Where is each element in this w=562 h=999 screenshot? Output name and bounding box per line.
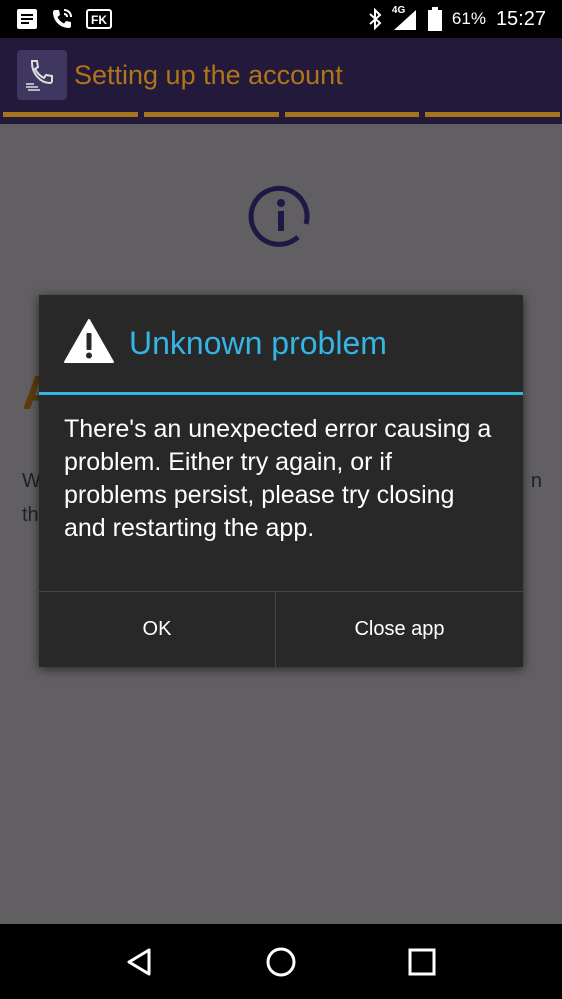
battery-icon [427,7,442,31]
background-text-line2: th [22,504,39,526]
close-app-button[interactable]: Close app [276,592,523,667]
bluetooth-icon [368,8,382,30]
fk-app-icon: FK [86,9,112,29]
progress-segment [284,112,420,117]
signal-4g-icon: 4G [391,5,418,31]
back-icon[interactable] [110,932,170,992]
recents-icon[interactable] [392,932,452,992]
notes-icon [16,8,38,30]
network-label: 4G [391,5,406,16]
dialog-header: Unknown problem [39,295,523,395]
navigation-bar [0,924,562,999]
status-system: 4G 61% 15:27 [368,5,546,31]
dialog-message: There's an unexpected error causing a pr… [64,415,492,542]
background-text-line1-end: n [530,470,542,492]
status-notifications: FK [16,7,112,31]
progress-segment [425,112,560,117]
home-icon[interactable] [251,932,311,992]
ok-button[interactable]: OK [39,592,276,667]
svg-text:FK: FK [91,13,107,27]
phone-hand-icon [17,50,67,100]
clock: 15:27 [495,7,546,30]
dialog-buttons: OK Close app [39,591,523,667]
progress-segment [143,112,279,117]
progress-tabs [0,112,562,124]
battery-percent: 61% [451,9,486,28]
page-title: Setting up the account [74,59,343,90]
dialog-title: Unknown problem [129,325,387,361]
progress-segment [3,112,138,117]
warning-icon [63,318,115,369]
info-circle-icon [248,182,314,253]
app-bar: Setting up the account [0,38,562,112]
status-bar: FK 4G 61% 15:27 [0,0,562,38]
error-dialog: Unknown problem There's an unexpected er… [39,295,523,667]
phone-call-icon [50,7,74,31]
